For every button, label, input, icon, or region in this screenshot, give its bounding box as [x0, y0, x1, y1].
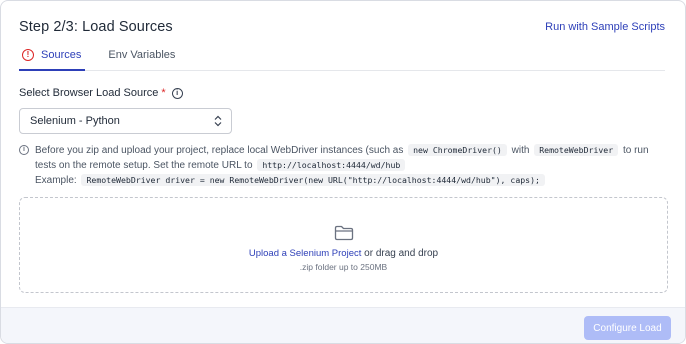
tab-bar: ! Sources Env Variables: [19, 39, 665, 71]
card-footer: Configure Load: [1, 307, 685, 343]
tab-sources-label: Sources: [41, 48, 82, 61]
example-label: Example:: [35, 175, 77, 186]
configure-load-button[interactable]: Configure Load: [584, 316, 671, 340]
hint-text-1: Before you zip and upload your project, …: [35, 145, 404, 156]
drag-drop-text: or drag and drop: [364, 247, 439, 259]
page-title: Step 2/3: Load Sources: [19, 19, 173, 35]
code-remote-url: http://localhost:4444/wd/hub: [257, 159, 406, 171]
required-mark: *: [161, 87, 166, 99]
upload-hint: i Before you zip and upload your project…: [19, 143, 669, 173]
tab-env-variables-label: Env Variables: [108, 48, 176, 61]
hint-text: Before you zip and upload your project, …: [35, 143, 669, 173]
load-source-select[interactable]: Selenium - Python: [19, 108, 232, 134]
code-remote-webdriver: RemoteWebDriver: [534, 144, 619, 156]
run-sample-scripts-link[interactable]: Run with Sample Scripts: [545, 21, 665, 33]
chevron-up-down-icon: [214, 115, 222, 127]
upload-project-link[interactable]: Upload a Selenium Project: [249, 248, 361, 259]
info-icon[interactable]: i: [171, 87, 183, 99]
load-source-label: Select Browser Load Source * i: [19, 87, 183, 99]
example-line: Example: RemoteWebDriver driver = new Re…: [35, 174, 547, 186]
example-code: RemoteWebDriver driver = new RemoteWebDr…: [81, 174, 545, 186]
code-chrome-driver: new ChromeDriver(): [408, 144, 507, 156]
error-circle-icon: !: [22, 48, 34, 61]
tab-env-variables[interactable]: Env Variables: [108, 39, 175, 70]
load-sources-card: Step 2/3: Load Sources Run with Sample S…: [0, 0, 686, 344]
upload-dropzone[interactable]: Upload a Selenium Project or drag and dr…: [19, 197, 668, 293]
load-source-select-value: Selenium - Python: [30, 115, 120, 127]
load-source-label-text: Select Browser Load Source: [19, 87, 159, 99]
dropzone-text: Upload a Selenium Project or drag and dr…: [249, 248, 438, 259]
card-header: Step 2/3: Load Sources Run with Sample S…: [19, 16, 665, 38]
hint-text-2: with: [511, 145, 530, 156]
folder-icon: [334, 225, 353, 240]
tab-sources[interactable]: ! Sources: [19, 39, 86, 71]
hint-info-icon: i: [19, 145, 29, 155]
dropzone-subtext: .zip folder up to 250MB: [299, 261, 388, 272]
